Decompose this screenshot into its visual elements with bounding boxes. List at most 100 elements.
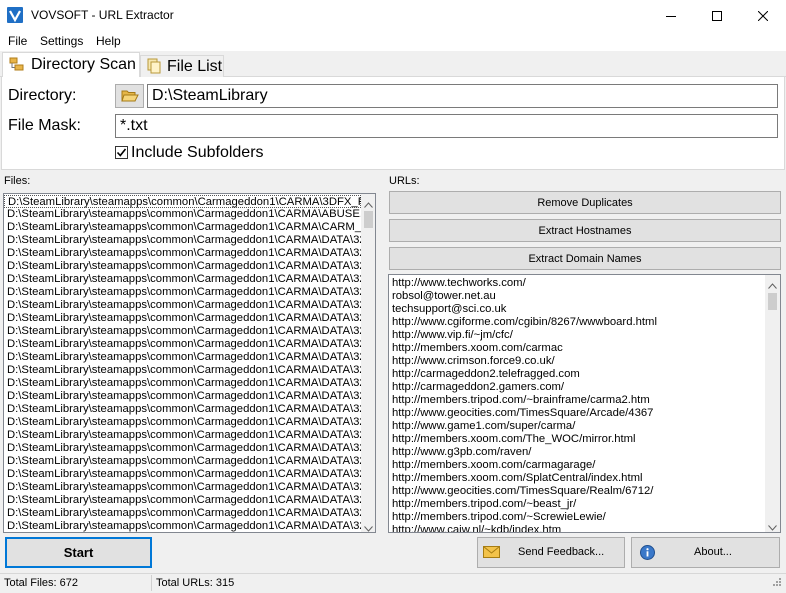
include-subfolders-checkbox[interactable] xyxy=(115,146,128,159)
list-item[interactable]: D:\SteamLibrary\steamapps\common\Carmage… xyxy=(4,247,361,260)
list-item[interactable]: D:\SteamLibrary\steamapps\common\Carmage… xyxy=(4,403,361,416)
send-feedback-label: Send Feedback... xyxy=(518,546,605,558)
list-item[interactable]: D:\SteamLibrary\steamapps\common\Carmage… xyxy=(4,468,361,481)
list-item[interactable]: D:\SteamLibrary\steamapps\common\Carmage… xyxy=(4,416,361,429)
list-item[interactable]: http://members.xoom.com/carmac xyxy=(389,342,765,355)
list-item[interactable]: D:\SteamLibrary\steamapps\common\Carmage… xyxy=(4,390,361,403)
folder-tree-icon xyxy=(9,56,25,75)
list-item[interactable]: http://members.tripod.com/~brainframe/ca… xyxy=(389,394,765,407)
remove-duplicates-button[interactable]: Remove Duplicates xyxy=(389,191,781,214)
urls-scroll-thumb[interactable] xyxy=(768,293,777,310)
list-item[interactable]: http://members.xoom.com/carmagarage/ xyxy=(389,459,765,472)
maximize-icon xyxy=(712,10,722,21)
status-total-files: Total Files: 672 xyxy=(4,577,78,589)
list-item[interactable]: D:\SteamLibrary\steamapps\common\Carmage… xyxy=(4,507,361,520)
include-subfolders-label[interactable]: Include Subfolders xyxy=(131,144,264,162)
tab-file-list[interactable]: File List xyxy=(140,55,224,77)
directory-label: Directory: xyxy=(8,87,77,104)
list-item[interactable]: D:\SteamLibrary\steamapps\common\Carmage… xyxy=(4,312,361,325)
tab-directory-scan-label: Directory Scan xyxy=(31,56,136,73)
extract-hostnames-button[interactable]: Extract Hostnames xyxy=(389,219,781,242)
list-item[interactable]: http://carmageddon2.telefragged.com xyxy=(389,368,765,381)
list-item[interactable]: D:\SteamLibrary\steamapps\common\Carmage… xyxy=(4,299,361,312)
menu-settings[interactable]: Settings xyxy=(40,34,83,48)
status-bar xyxy=(0,573,786,593)
list-item[interactable]: http://www.geocities.com/TimesSquare/Arc… xyxy=(389,407,765,420)
list-item[interactable]: D:\SteamLibrary\steamapps\common\Carmage… xyxy=(4,494,361,507)
list-item[interactable]: http://www.game1.com/super/carma/ xyxy=(389,420,765,433)
tab-directory-scan[interactable]: Directory Scan xyxy=(2,52,140,77)
list-item[interactable]: http://members.xoom.com/The_WOC/mirror.h… xyxy=(389,433,765,446)
scroll-down-icon[interactable] xyxy=(364,521,373,532)
urls-header: URLs: xyxy=(389,175,420,187)
menu-help[interactable]: Help xyxy=(96,34,121,48)
file-mask-label: File Mask: xyxy=(8,117,81,134)
list-item[interactable]: http://www.g3pb.com/raven/ xyxy=(389,446,765,459)
list-item[interactable]: D:\SteamLibrary\steamapps\common\Carmage… xyxy=(4,364,361,377)
browse-directory-button[interactable] xyxy=(115,84,144,108)
list-item[interactable]: D:\SteamLibrary\steamapps\common\Carmage… xyxy=(4,234,361,247)
list-item[interactable]: D:\SteamLibrary\steamapps\common\Carmage… xyxy=(4,286,361,299)
files-header: Files: xyxy=(4,175,31,187)
window-title: VOVSOFT - URL Extractor xyxy=(31,8,174,22)
list-item[interactable]: D:\SteamLibrary\steamapps\common\Carmage… xyxy=(4,338,361,351)
checkmark-icon xyxy=(116,148,127,157)
scroll-down-icon[interactable] xyxy=(768,520,777,532)
file-list-icon xyxy=(146,58,162,77)
list-item[interactable]: D:\SteamLibrary\steamapps\common\Carmage… xyxy=(4,520,361,532)
app-icon xyxy=(7,7,23,23)
close-icon xyxy=(758,10,768,21)
list-item[interactable]: http://www.caiw.nl/~kdb/index.htm xyxy=(389,524,765,532)
list-item[interactable]: http://www.vip.fi/~jm/cfc/ xyxy=(389,329,765,342)
file-mask-input[interactable]: *.txt xyxy=(115,114,778,138)
size-grip-icon[interactable] xyxy=(770,577,782,592)
list-item[interactable]: http://carmageddon2.gamers.com/ xyxy=(389,381,765,394)
minimize-button[interactable] xyxy=(648,0,694,31)
maximize-button[interactable] xyxy=(694,0,740,31)
urls-scrollbar[interactable] xyxy=(765,275,780,532)
status-total-urls: Total URLs: 315 xyxy=(156,577,235,589)
list-item[interactable]: D:\SteamLibrary\steamapps\common\Carmage… xyxy=(4,351,361,364)
list-item[interactable]: D:\SteamLibrary\steamapps\common\Carmage… xyxy=(4,273,361,286)
files-scroll-thumb[interactable] xyxy=(364,211,373,228)
list-item[interactable]: http://www.crimson.force9.co.uk/ xyxy=(389,355,765,368)
files-list[interactable]: D:\SteamLibrary\steamapps\common\Carmage… xyxy=(3,193,376,533)
directory-input[interactable]: D:\SteamLibrary xyxy=(147,84,778,108)
list-item[interactable]: D:\SteamLibrary\steamapps\common\Carmage… xyxy=(4,325,361,338)
list-item[interactable]: D:\SteamLibrary\steamapps\common\Carmage… xyxy=(4,195,361,208)
envelope-icon xyxy=(483,546,500,561)
menu-file[interactable]: File xyxy=(8,34,27,48)
list-item[interactable]: http://members.tripod.com/~ScrewieLewie/ xyxy=(389,511,765,524)
files-scrollbar[interactable] xyxy=(361,194,375,532)
panel-splitter[interactable] xyxy=(381,172,386,535)
list-item[interactable]: D:\SteamLibrary\steamapps\common\Carmage… xyxy=(4,481,361,494)
list-item[interactable]: http://members.tripod.com/~beast_jr/ xyxy=(389,498,765,511)
start-button[interactable]: Start xyxy=(5,537,152,568)
list-item[interactable]: D:\SteamLibrary\steamapps\common\Carmage… xyxy=(4,442,361,455)
urls-list[interactable]: http://www.techworks.com/robsol@tower.ne… xyxy=(388,274,781,533)
list-item[interactable]: robsol@tower.net.au xyxy=(389,290,765,303)
list-item[interactable]: D:\SteamLibrary\steamapps\common\Carmage… xyxy=(4,208,361,221)
extract-domain-names-button[interactable]: Extract Domain Names xyxy=(389,247,781,270)
scroll-up-icon[interactable] xyxy=(768,278,777,292)
minimize-icon xyxy=(666,15,676,17)
list-item[interactable]: http://www.techworks.com/ xyxy=(389,277,765,290)
list-item[interactable]: D:\SteamLibrary\steamapps\common\Carmage… xyxy=(4,429,361,442)
open-folder-icon xyxy=(120,90,139,102)
info-icon xyxy=(640,545,655,563)
list-item[interactable]: D:\SteamLibrary\steamapps\common\Carmage… xyxy=(4,377,361,390)
close-button[interactable] xyxy=(740,0,786,31)
list-item[interactable]: D:\SteamLibrary\steamapps\common\Carmage… xyxy=(4,221,361,234)
send-feedback-button[interactable]: Send Feedback... xyxy=(477,537,625,568)
scroll-up-icon[interactable] xyxy=(364,197,373,211)
tab-file-list-label: File List xyxy=(167,58,223,75)
about-label: About... xyxy=(694,546,732,558)
list-item[interactable]: techsupport@sci.co.uk xyxy=(389,303,765,316)
list-item[interactable]: http://www.cgiforme.com/cgibin/8267/wwwb… xyxy=(389,316,765,329)
list-item[interactable]: D:\SteamLibrary\steamapps\common\Carmage… xyxy=(4,455,361,468)
list-item[interactable]: http://members.xoom.com/SplatCentral/ind… xyxy=(389,472,765,485)
list-item[interactable]: http://www.geocities.com/TimesSquare/Rea… xyxy=(389,485,765,498)
about-button[interactable]: About... xyxy=(631,537,780,568)
list-item[interactable]: D:\SteamLibrary\steamapps\common\Carmage… xyxy=(4,260,361,273)
status-separator xyxy=(151,575,152,591)
